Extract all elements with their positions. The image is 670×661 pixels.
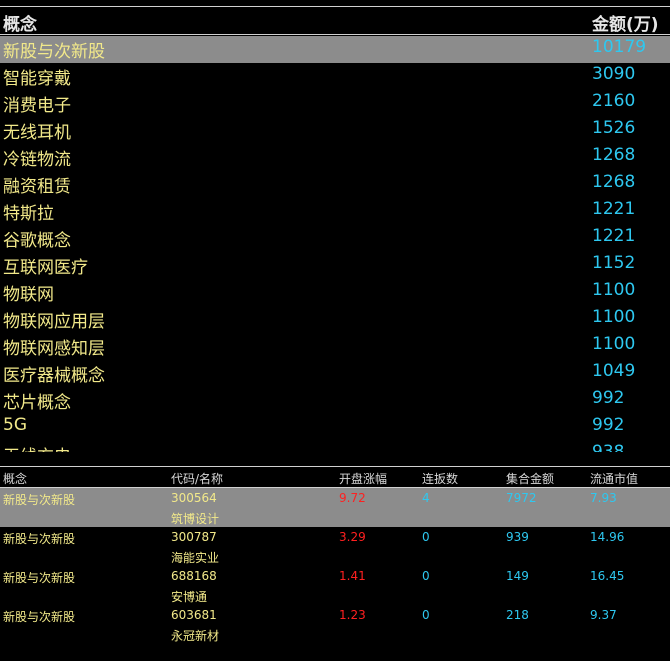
stock-consecutive: 0: [422, 530, 430, 544]
stock-concept: 新股与次新股: [3, 571, 76, 585]
stock-auction-amount: 149: [506, 569, 529, 583]
stock-float-cap: 7.93: [590, 491, 617, 505]
col-concept[interactable]: 概念: [3, 470, 27, 487]
concept-row[interactable]: 5G 992: [0, 414, 670, 441]
concept-name: 谷歌概念: [3, 231, 71, 251]
concept-name: 物联网: [3, 285, 54, 305]
stock-name: 筑博设计: [171, 512, 220, 526]
concept-row[interactable]: 芯片概念 992: [0, 387, 670, 414]
header-amount[interactable]: 金额(万): [592, 10, 659, 35]
col-code-name[interactable]: 代码/名称: [171, 470, 223, 487]
col-float-cap[interactable]: 流通市值: [590, 470, 638, 487]
stock-auction-amount: 7972: [506, 491, 537, 505]
stock-concept: 新股与次新股: [3, 610, 76, 624]
concept-amount: 1268: [592, 172, 636, 192]
concept-amount: 1100: [592, 280, 636, 300]
concept-row[interactable]: 无线充电 938: [0, 441, 670, 452]
header-concept[interactable]: 概念: [3, 10, 37, 35]
col-auction-amount[interactable]: 集合金额: [506, 470, 554, 487]
concept-amount: 1526: [592, 118, 636, 138]
concept-name: 融资租赁: [3, 177, 71, 197]
concept-amount: 1221: [592, 199, 636, 219]
concept-name: 无线充电: [3, 442, 71, 452]
stock-concept: 新股与次新股: [3, 532, 76, 546]
stock-list[interactable]: 新股与次新股 300564 筑博设计 9.72 4 7972 7.93 新股与次新股 30078…: [0, 488, 670, 661]
concept-name: 特斯拉: [3, 204, 54, 224]
concept-name: 5G: [3, 415, 27, 435]
concept-row[interactable]: 特斯拉 1221: [0, 198, 670, 225]
stock-auction-amount: 218: [506, 608, 529, 622]
concept-amount: 1221: [592, 226, 636, 246]
stock-consecutive: 4: [422, 491, 430, 505]
stock-consecutive: 0: [422, 608, 430, 622]
concept-amount: 10179: [592, 37, 647, 57]
stock-open-change: 9.72: [339, 491, 366, 505]
stock-float-cap: 16.45: [590, 569, 625, 583]
concept-amount-list[interactable]: 新股与次新股 10179 智能穿戴 3090 消费电子 2160 无线耳机 1526 冷链物流 1…: [0, 36, 670, 452]
top-rule: [0, 6, 670, 7]
section-divider: [0, 466, 670, 467]
col-consecutive[interactable]: 连扳数: [422, 470, 458, 487]
stock-code: 603681: [171, 608, 217, 622]
concept-row[interactable]: 谷歌概念 1221: [0, 225, 670, 252]
stock-name: 海能实业: [171, 551, 220, 565]
stock-open-change: 3.29: [339, 530, 366, 544]
stock-open-change: 1.41: [339, 569, 366, 583]
concept-amount: 992: [592, 388, 625, 408]
concept-row[interactable]: 物联网 1100: [0, 279, 670, 306]
stock-row[interactable]: 新股与次新股 688168 安博通 1.41 0 149 16.45: [0, 566, 670, 605]
concept-row[interactable]: 冷链物流 1268: [0, 144, 670, 171]
concept-row[interactable]: 物联网感知层 1100: [0, 333, 670, 360]
stock-open-change: 1.23: [339, 608, 366, 622]
stock-name: 永冠新材: [171, 629, 220, 643]
concept-amount: 1268: [592, 145, 636, 165]
stock-row[interactable]: 新股与次新股 300564 筑博设计 9.72 4 7972 7.93: [0, 488, 670, 527]
concept-row[interactable]: 医疗器械概念 1049: [0, 360, 670, 387]
concept-amount: 1100: [592, 307, 636, 327]
concept-row[interactable]: 新股与次新股 10179: [0, 36, 670, 63]
concept-name: 冷链物流: [3, 150, 71, 170]
concept-amount: 1152: [592, 253, 636, 273]
concept-row[interactable]: 消费电子 2160: [0, 90, 670, 117]
concept-name: 物联网应用层: [3, 312, 105, 332]
stock-row[interactable]: 新股与次新股 300787 海能实业 3.29 0 939 14.96: [0, 527, 670, 566]
concept-amount: 3090: [592, 64, 636, 84]
concept-name: 智能穿戴: [3, 69, 71, 89]
concept-amount: 2160: [592, 91, 636, 111]
stock-float-cap: 9.37: [590, 608, 617, 622]
stock-code: 300564: [171, 491, 217, 505]
concept-name: 芯片概念: [3, 393, 71, 413]
concept-amount: 938: [592, 442, 625, 452]
concept-amount: 992: [592, 415, 625, 435]
concept-name: 互联网医疗: [3, 258, 88, 278]
concept-amount: 1049: [592, 361, 636, 381]
stock-concept: 新股与次新股: [3, 493, 76, 507]
concept-name: 医疗器械概念: [3, 366, 105, 386]
concept-row[interactable]: 融资租赁 1268: [0, 171, 670, 198]
concept-name: 新股与次新股: [3, 42, 105, 62]
stock-code: 300787: [171, 530, 217, 544]
concept-row[interactable]: 物联网应用层 1100: [0, 306, 670, 333]
concept-row[interactable]: 互联网医疗 1152: [0, 252, 670, 279]
concept-name: 无线耳机: [3, 123, 71, 143]
stock-code: 688168: [171, 569, 217, 583]
header-rule: [0, 34, 670, 35]
concept-row[interactable]: 智能穿戴 3090: [0, 63, 670, 90]
stock-float-cap: 14.96: [590, 530, 625, 544]
stock-auction-amount: 939: [506, 530, 529, 544]
concept-name: 消费电子: [3, 96, 71, 116]
stock-row[interactable]: 新股与次新股 603681 永冠新材 1.23 0 218 9.37: [0, 605, 670, 644]
stock-name: 安博通: [171, 590, 208, 604]
concept-name: 物联网感知层: [3, 339, 105, 359]
stock-consecutive: 0: [422, 569, 430, 583]
concept-row[interactable]: 无线耳机 1526: [0, 117, 670, 144]
concept-amount: 1100: [592, 334, 636, 354]
col-open-change[interactable]: 开盘涨幅: [339, 470, 387, 487]
bottom-table-header: 概念 代码/名称 开盘涨幅 连扳数 集合金额 流通市值: [0, 469, 670, 487]
top-table-header: 概念 金额(万): [0, 9, 670, 35]
